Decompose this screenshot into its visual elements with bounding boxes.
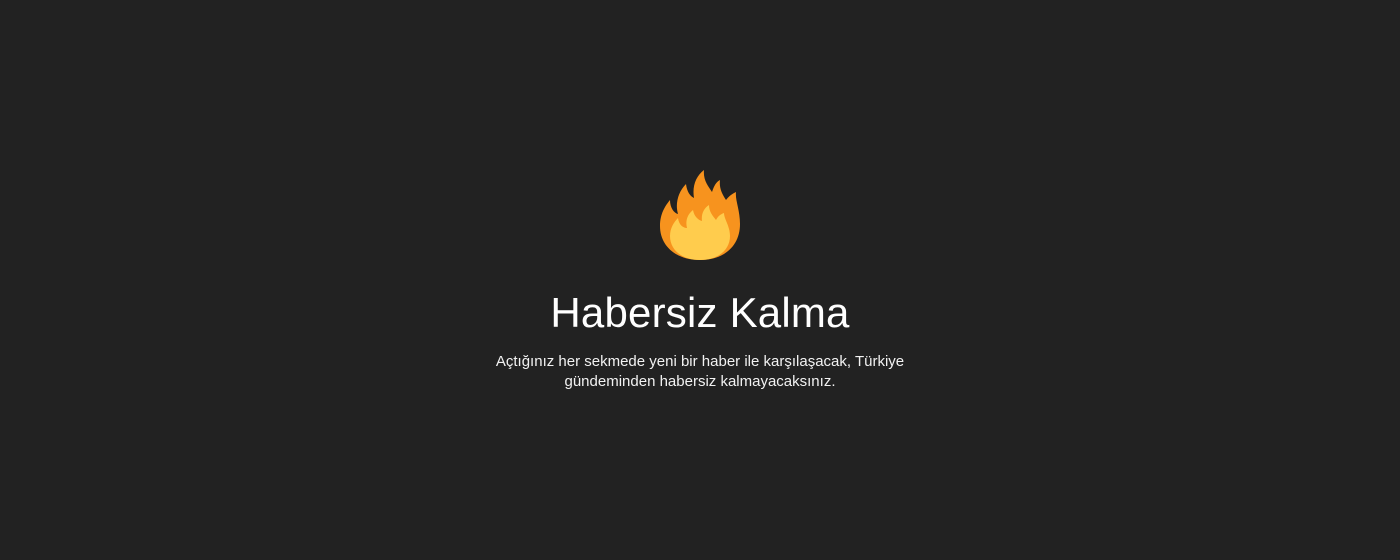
page-description: Açtığınız her sekmede yeni bir haber ile…: [495, 353, 905, 390]
new-tab-screen: Habersiz Kalma Açtığınız her sekmede yen…: [0, 0, 1400, 560]
fire-icon: [660, 170, 740, 260]
page-title: Habersiz Kalma: [550, 289, 850, 336]
hero-section: Habersiz Kalma Açtığınız her sekmede yen…: [0, 168, 1400, 392]
